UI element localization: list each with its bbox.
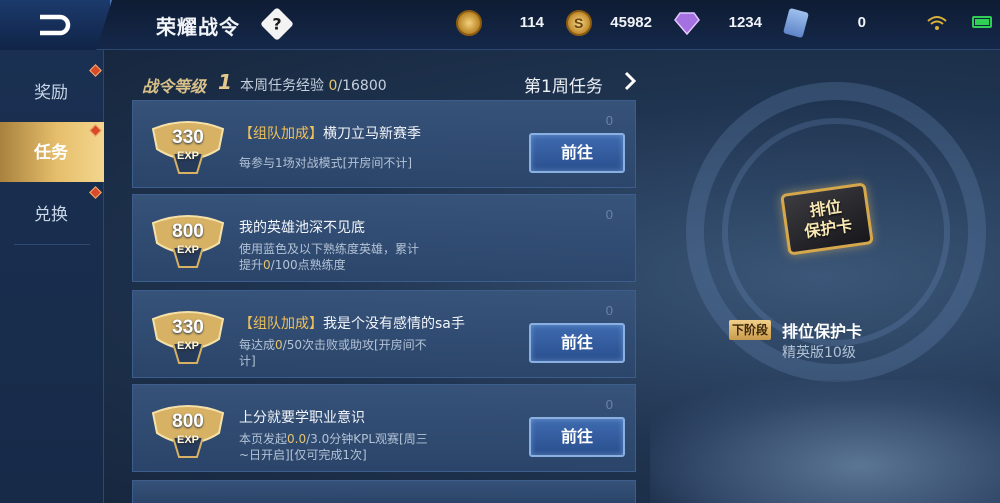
task-desc-text: 本页发起 — [239, 432, 288, 446]
sidebar-item-label: 任务 — [34, 143, 68, 163]
sidebar-item-label: 奖励 — [34, 83, 68, 103]
task-desc-line: 每达成0/50次击败或助攻[开房间不 — [239, 337, 509, 353]
exp-unit: EXP — [176, 434, 199, 446]
task-progress-count: 0 — [605, 113, 613, 128]
task-progress-count: 0 — [605, 397, 613, 412]
exp-amount: 800 — [172, 221, 204, 242]
next-reward-tier: 精英版10级 — [782, 345, 856, 361]
next-tier-tag: 下阶段 — [729, 320, 772, 340]
task-progress-count: 0 — [605, 303, 613, 318]
exp-badge: 330 EXP — [149, 309, 227, 365]
resource-battle-pass-token[interactable]: 114 — [456, 10, 544, 36]
help-button[interactable]: ? — [260, 7, 294, 41]
resource-value: 45982 — [610, 14, 652, 31]
voucher-icon — [782, 7, 810, 39]
task-card: 330 EXP 【组队加成】横刀立马新赛季 每参与1场对战模式[开房间不计] 0… — [132, 100, 636, 188]
go-button[interactable]: 前往 — [529, 133, 625, 173]
exp-badge: 330 EXP — [149, 119, 227, 175]
next-reward-name: 排位保护卡 — [782, 322, 863, 341]
diamond-icon — [674, 10, 700, 36]
task-desc: 本页发起0.0/3.0分钟KPL观赛[周三 ~日开启][仅可完成1次] — [239, 431, 509, 463]
help-icon: ? — [272, 14, 282, 34]
background-clouds — [650, 380, 1000, 503]
back-arrow-icon — [40, 14, 71, 36]
divider — [14, 244, 90, 245]
task-desc-line: 提升0/100点熟练度 — [239, 257, 509, 273]
resource-value: 114 — [519, 14, 544, 31]
pass-level-value: 1 — [218, 70, 232, 94]
sidebar: 奖励 任务 兑换 — [0, 50, 104, 503]
gold-coin-icon: S — [566, 10, 592, 36]
task-desc-line: ~日开启][仅可完成1次] — [239, 448, 367, 462]
sidebar-item-label: 兑换 — [34, 205, 68, 225]
exp-unit: EXP — [176, 150, 199, 162]
resource-value: 0 — [857, 14, 866, 31]
go-button[interactable]: 前往 — [529, 417, 625, 457]
task-progress-current: 0 — [263, 258, 271, 272]
sidebar-item-tasks[interactable]: 任务 — [0, 122, 104, 182]
task-progress-current: 0 — [275, 338, 283, 352]
task-title-text: 横刀立马新赛季 — [323, 126, 421, 142]
exp-unit: EXP — [176, 244, 199, 256]
task-desc: 每达成0/50次击败或助攻[开房间不 计] — [239, 337, 509, 369]
task-desc-line: 使用蓝色及以下熟练度英雄，累计 — [239, 242, 420, 256]
task-desc: 每参与1场对战模式[开房间不计] — [239, 156, 412, 170]
go-button[interactable]: 前往 — [529, 323, 625, 363]
task-title: 【组队加成】我是个没有感情的sa手 — [239, 313, 465, 333]
chevron-right-icon[interactable] — [622, 70, 638, 92]
task-progress-count: 0 — [605, 207, 613, 222]
back-button[interactable] — [0, 0, 112, 50]
resource-value: 1234 — [728, 14, 762, 31]
weekly-exp: 本周任务经验 0/16800 — [240, 75, 387, 95]
team-bonus-tag: 【组队加成】 — [239, 126, 323, 142]
task-desc-text: /50次击败或助攻[开房间不 — [282, 338, 427, 352]
pass-level-label: 战令等级 — [142, 77, 207, 96]
notification-dot-icon — [89, 64, 102, 77]
task-desc-line: 计] — [239, 354, 256, 368]
wifi-icon — [927, 16, 947, 30]
task-progress-current: 0.0 — [287, 432, 307, 446]
resource-gold-coin[interactable]: S 45982 — [566, 10, 652, 36]
weekly-exp-label: 本周任务经验 — [240, 78, 329, 94]
task-desc: 使用蓝色及以下熟练度英雄，累计 提升0/100点熟练度 — [239, 241, 509, 273]
exp-amount: 330 — [172, 317, 204, 338]
notification-dot-icon — [89, 124, 102, 137]
card-item-text: 排位 保护卡 — [785, 194, 870, 245]
task-title: 上分就要学职业意识 — [239, 410, 365, 426]
task-title: 我的英雄池深不见底 — [239, 220, 365, 236]
team-bonus-tag: 【组队加成】 — [239, 316, 323, 332]
resource-voucher[interactable]: 0 — [782, 7, 866, 39]
sidebar-item-rewards[interactable]: 奖励 — [0, 62, 104, 122]
task-card — [132, 480, 636, 503]
exp-amount: 330 — [172, 127, 204, 148]
week-selector[interactable]: 第1周任务 — [524, 72, 603, 97]
task-desc-text: /3.0分钟KPL观赛[周三 — [306, 432, 428, 446]
svg-text:S: S — [574, 15, 583, 31]
sidebar-item-exchange[interactable]: 兑换 — [0, 184, 104, 244]
resource-diamond[interactable]: 1234 — [674, 10, 762, 36]
exp-badge: 800 EXP — [149, 403, 227, 459]
task-title: 【组队加成】横刀立马新赛季 — [239, 123, 421, 143]
task-desc-text: /100点熟练度 — [270, 258, 346, 272]
exp-unit: EXP — [176, 340, 199, 352]
exp-amount: 800 — [172, 411, 204, 432]
task-desc-text: 每达成 — [239, 338, 276, 352]
exp-badge: 800 EXP — [149, 213, 227, 269]
page-title: 荣耀战令 — [156, 15, 240, 39]
task-card: 330 EXP 【组队加成】我是个没有感情的sa手 每达成0/50次击败或助攻[… — [132, 290, 636, 378]
top-bar: 荣耀战令 ? 114 S 45982 1234 0 — [0, 0, 1000, 50]
weekly-exp-total: /16800 — [337, 78, 387, 94]
task-title-text: 我是个没有感情的sa手 — [323, 316, 465, 332]
task-desc-line: 本页发起0.0/3.0分钟KPL观赛[周三 — [239, 431, 509, 447]
task-desc-text: 提升 — [239, 258, 264, 272]
battery-icon — [972, 16, 992, 28]
task-card: 800 EXP 上分就要学职业意识 本页发起0.0/3.0分钟KPL观赛[周三 … — [132, 384, 636, 472]
rank-protection-card-icon[interactable]: 排位 保护卡 — [780, 182, 874, 256]
notification-dot-icon — [89, 186, 102, 199]
battle-pass-token-icon — [456, 10, 482, 36]
task-card: 800 EXP 我的英雄池深不见底 使用蓝色及以下熟练度英雄，累计 提升0/10… — [132, 194, 636, 282]
